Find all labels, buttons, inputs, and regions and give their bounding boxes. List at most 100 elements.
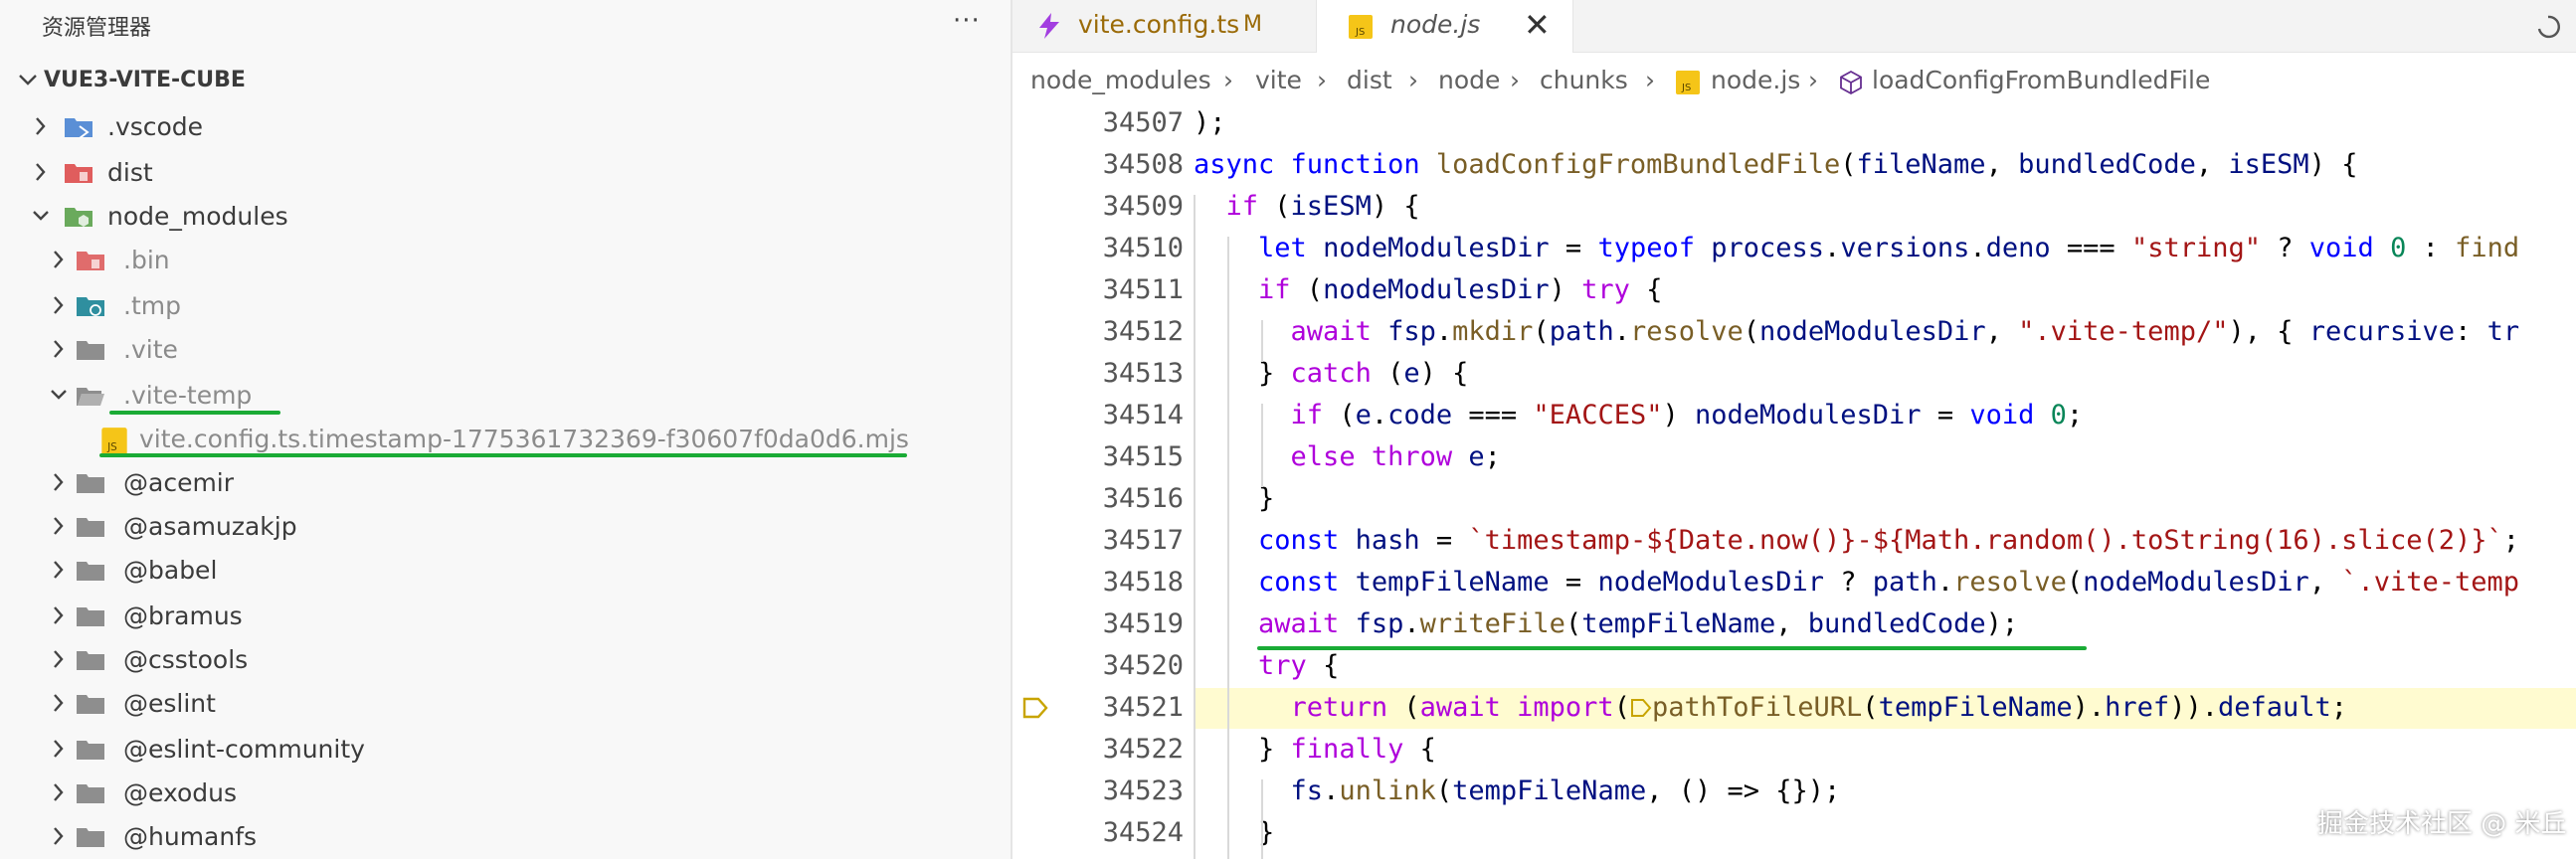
code-line[interactable]: 34509 if (isESM) { (1012, 187, 2576, 229)
chevron-right-icon[interactable] (46, 247, 72, 272)
folder-item[interactable]: .vite (0, 328, 1011, 372)
more-actions-button[interactable]: ··· (953, 6, 981, 36)
indent-guide (1261, 404, 1263, 487)
code-line[interactable]: 34511 if (nodeModulesDir) try { (1012, 270, 2576, 312)
indent-guide (1227, 237, 1229, 859)
line-number: 34519 (1102, 608, 1184, 639)
folder-item[interactable]: @acemir (0, 461, 1011, 505)
annotation-underline (109, 411, 280, 415)
chevron-down-icon[interactable] (28, 203, 54, 229)
vscode-folder-icon (64, 114, 93, 140)
chevron-right-icon: › (1510, 66, 1520, 94)
code-line[interactable]: 34521 return (await import(pathToFileURL… (1012, 688, 2576, 730)
code-line[interactable]: 34513 } catch (e) { (1012, 354, 2576, 396)
folder-item[interactable]: .tmp (0, 284, 1011, 328)
chevron-right-icon[interactable] (46, 736, 72, 762)
folder-item[interactable]: @eslint (0, 682, 1011, 726)
code-line[interactable]: 34520 try { (1012, 646, 2576, 688)
code-editor[interactable]: 34507); 34508 async function loadConfigFro… (1012, 103, 2576, 859)
code-line[interactable]: 34522 } finally { (1012, 730, 2576, 772)
chevron-right-icon[interactable] (46, 823, 72, 849)
chevron-right-icon[interactable] (46, 513, 72, 539)
folder-icon (76, 514, 105, 540)
code-text: try { (1258, 650, 1340, 681)
code-line[interactable]: 34518 const tempFileName = nodeModulesDi… (1012, 563, 2576, 604)
folder-item[interactable]: @exodus (0, 772, 1011, 815)
folder-item[interactable]: @babel (0, 549, 1011, 593)
tree-item-label: dist (107, 158, 153, 187)
folder-icon (76, 337, 105, 363)
js-file-icon: JS (99, 427, 129, 455)
folder-item[interactable]: .vscode (0, 105, 1011, 149)
chevron-right-icon[interactable] (46, 779, 72, 805)
breadcrumb-item[interactable]: dist (1347, 66, 1392, 94)
breadcrumb-item[interactable]: node.js (1711, 66, 1800, 94)
folder-open-icon (76, 383, 105, 409)
tab-label: vite.config.ts (1078, 10, 1240, 39)
line-number: 34516 (1102, 483, 1184, 514)
code-line[interactable]: 34517 const hash = `timestamp-${Date.now… (1012, 521, 2576, 563)
tree-item-label: @exodus (123, 778, 238, 807)
line-number: 34520 (1102, 650, 1184, 681)
line-number: 34515 (1102, 441, 1184, 472)
code-text: let nodeModulesDir = typeof process.vers… (1258, 233, 2520, 263)
folder-item[interactable]: node_modules (0, 195, 1011, 239)
folder-item[interactable]: @csstools (0, 638, 1011, 682)
history-icon[interactable] (2534, 12, 2564, 42)
inline-breakpoint-icon[interactable] (1630, 698, 1652, 718)
tree-item-label: .vite (123, 335, 178, 364)
code-line[interactable]: 34510 let nodeModulesDir = typeof proces… (1012, 229, 2576, 270)
chevron-right-icon: › (1808, 66, 1818, 94)
line-number: 34512 (1102, 316, 1184, 347)
folder-item[interactable]: @humanfs (0, 815, 1011, 859)
tree-item-label: vite.config.ts.timestamp-1775361732369-f… (139, 425, 909, 453)
code-line[interactable]: 34514 if (e.code === "EACCES") nodeModul… (1012, 396, 2576, 437)
tree-item-label: @eslint-community (123, 735, 365, 764)
tree-item-label: .vite-temp (123, 381, 253, 410)
folder-item[interactable]: .bin (0, 239, 1011, 282)
code-line[interactable]: 34512 await fsp.mkdir(path.resolve(nodeM… (1012, 312, 2576, 354)
breadcrumb-item[interactable]: node (1438, 66, 1500, 94)
tree-item-label: .tmp (123, 291, 181, 320)
code-line[interactable]: 34519 await fsp.writeFile(tempFileName, … (1012, 604, 2576, 646)
line-number: 34524 (1102, 817, 1184, 848)
folder-item[interactable]: @eslint-community (0, 728, 1011, 772)
tab-label: node.js (1390, 10, 1481, 39)
code-text: async function loadConfigFromBundledFile… (1194, 149, 2358, 180)
code-text: if (nodeModulesDir) try { (1258, 274, 1663, 305)
chevron-right-icon[interactable] (28, 159, 54, 185)
chevron-right-icon[interactable] (46, 690, 72, 716)
breadcrumb-item[interactable]: node_modules (1030, 66, 1211, 94)
chevron-right-icon[interactable] (46, 646, 72, 672)
breakpoint-icon[interactable] (1022, 696, 1048, 720)
chevron-right-icon[interactable] (46, 336, 72, 362)
code-text: const hash = `timestamp-${Date.now()}-${… (1258, 525, 2519, 556)
tree-item-label: @bramus (123, 601, 243, 630)
code-line[interactable]: 34507); (1012, 103, 2576, 145)
code-line[interactable]: 34515 else throw e; (1012, 437, 2576, 479)
code-text: else throw e; (1290, 441, 1501, 472)
folder-item[interactable]: @bramus (0, 595, 1011, 638)
tab-vite-config[interactable]: vite.config.ts M (1012, 0, 1317, 52)
close-icon[interactable]: ✕ (1524, 6, 1551, 44)
tree-item-label: .vscode (107, 112, 204, 141)
chevron-down-icon[interactable] (46, 382, 72, 408)
folder-item[interactable]: dist (0, 151, 1011, 195)
breadcrumb-item[interactable]: vite (1255, 66, 1302, 94)
code-line[interactable]: 34508 async function loadConfigFromBundle… (1012, 145, 2576, 187)
breadcrumb-item[interactable]: chunks (1540, 66, 1628, 94)
chevron-right-icon[interactable] (28, 113, 54, 139)
project-root[interactable]: VUE3-VITE-CUBE (0, 62, 1011, 101)
breadcrumb-item[interactable]: loadConfigFromBundledFile (1872, 66, 2210, 94)
tab-node-js[interactable]: JS node.js ✕ (1317, 0, 1573, 53)
svg-text:JS: JS (1681, 83, 1691, 93)
project-name: VUE3-VITE-CUBE (44, 68, 246, 92)
chevron-right-icon[interactable] (46, 557, 72, 583)
code-line[interactable]: 34516 } (1012, 479, 2576, 521)
chevron-right-icon[interactable] (46, 469, 72, 495)
tmp-folder-icon (76, 293, 105, 319)
folder-item[interactable]: @asamuzakjp (0, 505, 1011, 549)
tree-item-label: @csstools (123, 645, 249, 674)
chevron-right-icon[interactable] (46, 602, 72, 628)
chevron-right-icon[interactable] (46, 292, 72, 318)
